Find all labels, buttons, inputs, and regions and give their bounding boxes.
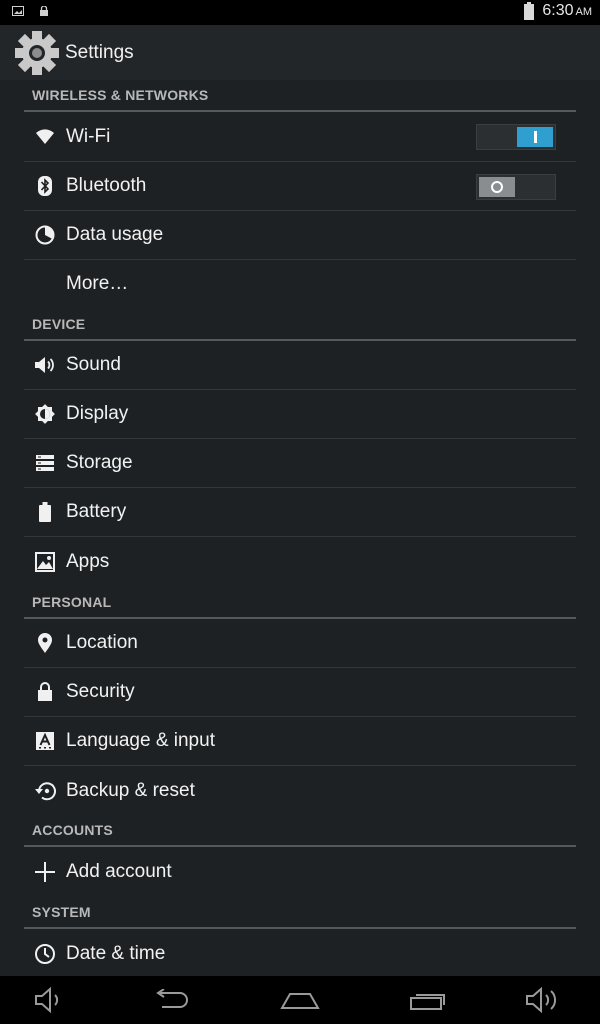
settings-item-label: Storage [66,452,133,473]
settings-item-label: Add account [66,861,172,882]
settings-item-label: Display [66,403,129,424]
settings-item-label: Bluetooth [66,175,147,196]
settings-item-display[interactable]: Display [24,390,576,439]
lock-icon [40,6,48,16]
settings-item-label: Language & input [66,730,215,751]
bluetooth-toggle[interactable] [476,174,556,200]
speaker-icon [32,352,58,378]
status-bar: 6:30 AM [0,0,600,25]
settings-item-label: Location [66,632,138,653]
settings-item-label: Data usage [66,224,164,245]
storage-icon [32,450,58,476]
settings-item-label: Battery [66,501,127,522]
volume-down-icon[interactable] [28,984,72,1016]
navigation-bar [0,976,600,1024]
settings-item-add-account[interactable]: Add account [24,847,576,897]
settings-item-sound[interactable]: Sound [24,341,576,390]
settings-item-apps[interactable]: Apps [24,537,576,586]
keyboard-a-icon [32,728,58,754]
wifi-icon [32,124,58,150]
section-header-accounts: ACCOUNTS [24,815,576,847]
battery-icon [524,2,535,20]
clock-icon [32,941,58,967]
settings-item-date-time[interactable]: Date & time [24,929,576,976]
brightness-icon [32,401,58,427]
settings-item-security[interactable]: Security [24,668,576,717]
settings-item-data-usage[interactable]: Data usage [24,211,576,260]
settings-item-label: Sound [66,354,121,375]
settings-item-language[interactable]: Language & input [24,717,576,766]
plus-icon [32,859,58,885]
section-header-personal: PERSONAL [24,586,576,619]
settings-list[interactable]: WIRELESS & NETWORKS Wi-Fi Bluetooth Data… [0,80,600,976]
volume-up-icon[interactable] [522,984,566,1016]
page-title: Settings [65,41,134,63]
settings-item-bluetooth[interactable]: Bluetooth [24,162,576,211]
settings-item-wifi[interactable]: Wi-Fi [24,112,576,162]
recents-icon[interactable] [406,984,450,1016]
settings-item-storage[interactable]: Storage [24,439,576,488]
settings-item-label: Date & time [66,943,166,964]
settings-item-backup[interactable]: Backup & reset [24,766,576,815]
data-usage-icon [32,222,58,248]
action-bar: Settings [0,25,600,80]
battery-icon [32,499,58,525]
settings-item-label: Wi-Fi [66,125,111,147]
settings-gear-icon[interactable] [14,30,60,76]
settings-item-label: Security [66,681,135,702]
screenshot-icon [12,6,24,16]
section-header-wireless: WIRELESS & NETWORKS [24,80,576,112]
back-icon[interactable] [150,984,194,1016]
bluetooth-icon [32,173,58,199]
lock-icon [32,679,58,705]
backup-icon [32,778,58,804]
settings-item-location[interactable]: Location [24,619,576,668]
section-header-device: DEVICE [24,308,576,341]
location-pin-icon [32,630,58,656]
clock: 6:30 AM [542,2,592,19]
section-header-system: SYSTEM [24,897,576,929]
settings-item-battery[interactable]: Battery [24,488,576,537]
home-icon[interactable] [278,984,322,1016]
settings-item-label: More… [66,273,129,294]
settings-item-more[interactable]: More… [24,260,576,308]
settings-item-label: Backup & reset [66,779,195,801]
apps-icon [32,549,58,575]
settings-item-label: Apps [66,550,110,572]
wifi-toggle[interactable] [476,124,556,150]
